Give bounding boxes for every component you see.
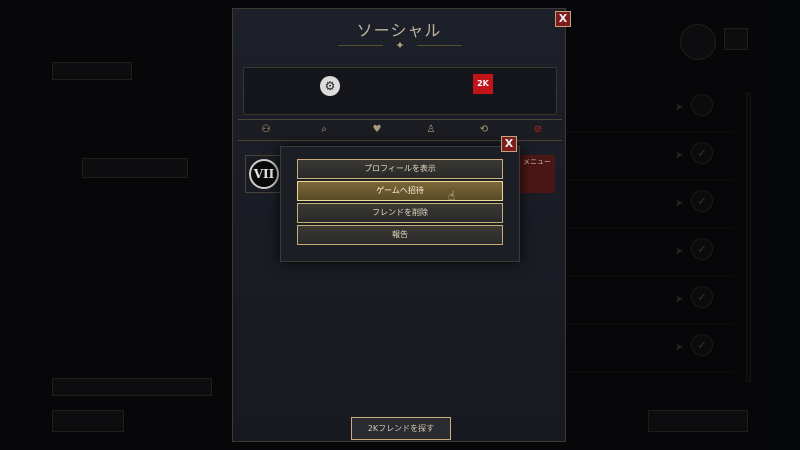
tab-recent[interactable]: ⟲ (472, 120, 496, 140)
friend-menu-button[interactable]: メニュー (519, 155, 555, 193)
tab-blocked[interactable]: ⊘ (526, 120, 550, 140)
invite-to-game-label: ゲームへ招待 (376, 186, 424, 195)
title-ornament-icon: ✦ (338, 39, 462, 52)
friend-context-menu: X プロフィールを表示 ゲームへ招待 ☝ フレンドを削除 報告 (280, 136, 520, 262)
context-close-button[interactable]: X (501, 136, 517, 152)
remove-friend-button[interactable]: フレンドを削除 (297, 203, 503, 223)
tab-notifications[interactable]: ♙ (419, 120, 443, 140)
steam-icon[interactable]: ⚙ (320, 76, 340, 96)
report-button[interactable]: 報告 (297, 225, 503, 245)
panel-title: ソーシャル (356, 21, 442, 40)
find-2k-friend-button[interactable]: 2Kフレンドを探す (351, 417, 451, 440)
tab-favorites[interactable]: ♥ (365, 120, 389, 140)
panel-close-button[interactable]: X (555, 11, 571, 27)
tab-friends[interactable]: ⚇ (254, 120, 278, 140)
invite-to-game-button[interactable]: ゲームへ招待 ☝ (297, 181, 503, 203)
friend-avatar: VII (249, 159, 279, 189)
friend-entry[interactable]: VII (245, 155, 281, 193)
twok-icon[interactable]: 2K (473, 74, 493, 94)
platform-bar: ⚙ 2K (243, 67, 557, 115)
view-profile-button[interactable]: プロフィールを表示 (297, 159, 503, 179)
tab-search[interactable]: ⌕ (312, 120, 336, 140)
